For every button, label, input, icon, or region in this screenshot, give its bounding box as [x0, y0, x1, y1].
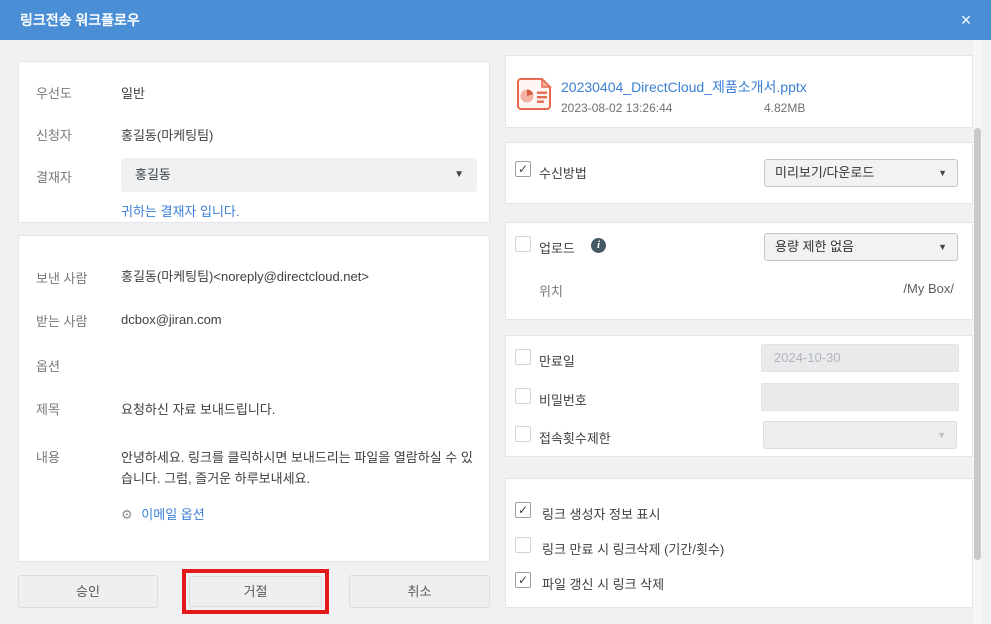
cancel-button[interactable]: 취소: [349, 575, 490, 608]
location-label: 위치: [539, 284, 563, 299]
expiry-checkbox[interactable]: [515, 349, 531, 365]
file-panel: 20230404_DirectCloud_제품소개서.pptx 2023-08-…: [505, 55, 973, 128]
access-limit-select: ▼: [763, 421, 957, 449]
access-limit-checkbox[interactable]: [515, 426, 531, 442]
chevron-down-icon: ▼: [938, 242, 947, 252]
upload-capacity-select[interactable]: 용량 제한 없음 ▼: [764, 233, 958, 261]
approver-note: 귀하는 결재자 입니다.: [121, 204, 240, 219]
dialog-titlebar: 링크전송 워크플로우 ×: [0, 0, 991, 40]
priority-value: 일반: [121, 86, 145, 101]
email-options-link[interactable]: 이메일 옵션: [141, 507, 204, 522]
reject-annotation-box: 거절: [182, 569, 329, 614]
recipient-label: 받는 사람: [36, 314, 88, 329]
sender-value: 홍길동(마케팅팀)<noreply@directcloud.net>: [121, 269, 369, 284]
recipient-value: dcbox@jiran.com: [121, 312, 222, 327]
receive-method-selected: 미리보기/다운로드: [775, 165, 875, 180]
scrollbar-thumb[interactable]: [974, 128, 981, 560]
scrollbar-track: [973, 40, 982, 624]
mail-info-panel: 보낸 사람 홍길동(마케팅팀)<noreply@directcloud.net>…: [18, 235, 490, 562]
gear-icon: ⚙: [121, 507, 133, 522]
upload-label: 업로드: [539, 241, 575, 256]
receive-method-checkbox[interactable]: ✓: [515, 161, 531, 177]
subject-value: 요청하신 자료 보내드립니다.: [121, 402, 276, 417]
subject-label: 제목: [36, 402, 60, 417]
upload-checkbox[interactable]: [515, 236, 531, 252]
chevron-down-icon: ▼: [937, 430, 946, 440]
expiry-label: 만료일: [539, 354, 575, 369]
file-date: 2023-08-02 13:26:44: [561, 101, 673, 115]
link-limits-panel: 만료일 2024-10-30 비밀번호 접속횟수제한 ▼: [505, 335, 973, 457]
location-value: /My Box/: [903, 281, 954, 296]
applicant-value: 홍길동(마케팅팀): [121, 128, 214, 143]
receive-method-select[interactable]: 미리보기/다운로드 ▼: [764, 159, 958, 187]
dialog-title: 링크전송 워크플로우: [20, 12, 140, 28]
chevron-down-icon: ▼: [454, 169, 464, 180]
presentation-file-icon: [515, 77, 553, 114]
delete-on-update-checkbox[interactable]: ✓: [515, 572, 531, 588]
approver-label: 결재자: [36, 170, 72, 185]
approval-info-panel: 우선도 일반 신청자 홍길동(마케팅팀) 결재자 홍길동 ▼ 귀하는 결재자 입…: [18, 61, 490, 223]
creator-info-checkbox[interactable]: ✓: [515, 502, 531, 518]
access-limit-label: 접속횟수제한: [539, 431, 611, 446]
link-transfer-workflow-dialog: { "header": { "title": "링크전송 워크플로우", "cl…: [0, 0, 991, 624]
password-input: [761, 383, 959, 411]
sender-label: 보낸 사람: [36, 271, 88, 286]
upload-capacity-selected: 용량 제한 없음: [775, 239, 854, 254]
info-icon[interactable]: i: [591, 238, 606, 253]
body-label: 내용: [36, 450, 60, 465]
delete-on-expire-checkbox[interactable]: [515, 537, 531, 553]
file-size: 4.82MB: [764, 101, 806, 115]
link-options-panel: ✓ 링크 생성자 정보 표시 링크 만료 시 링크삭제 (기간/횟수) ✓ 파일…: [505, 478, 973, 608]
creator-info-label: 링크 생성자 정보 표시: [542, 507, 661, 522]
receive-method-panel: ✓ 수신방법 미리보기/다운로드 ▼: [505, 142, 973, 204]
body-value: 안녕하세요. 링크를 클릭하시면 보내드리는 파일을 열람하실 수 있습니다. …: [121, 450, 473, 486]
priority-label: 우선도: [36, 86, 72, 101]
approver-selected-value: 홍길동: [135, 167, 171, 182]
receive-method-label: 수신방법: [539, 166, 587, 181]
password-checkbox[interactable]: [515, 388, 531, 404]
approver-select[interactable]: 홍길동 ▼: [121, 158, 477, 192]
applicant-label: 신청자: [36, 128, 72, 143]
email-options-row: ⚙ 이메일 옵션: [121, 504, 205, 523]
expiry-date-input: 2024-10-30: [761, 344, 959, 372]
delete-on-update-label: 파일 갱신 시 링크 삭제: [542, 577, 665, 592]
chevron-down-icon: ▼: [938, 168, 947, 178]
approve-button[interactable]: 승인: [18, 575, 158, 608]
close-icon[interactable]: ×: [953, 7, 979, 33]
file-name-link[interactable]: 20230404_DirectCloud_제품소개서.pptx: [561, 77, 807, 97]
options-label: 옵션: [36, 359, 60, 374]
reject-button[interactable]: 거절: [189, 576, 322, 607]
delete-on-expire-label: 링크 만료 시 링크삭제 (기간/횟수): [542, 542, 725, 557]
upload-panel: 업로드 i 용량 제한 없음 ▼ 위치 /My Box/: [505, 222, 973, 320]
password-label: 비밀번호: [539, 393, 587, 408]
